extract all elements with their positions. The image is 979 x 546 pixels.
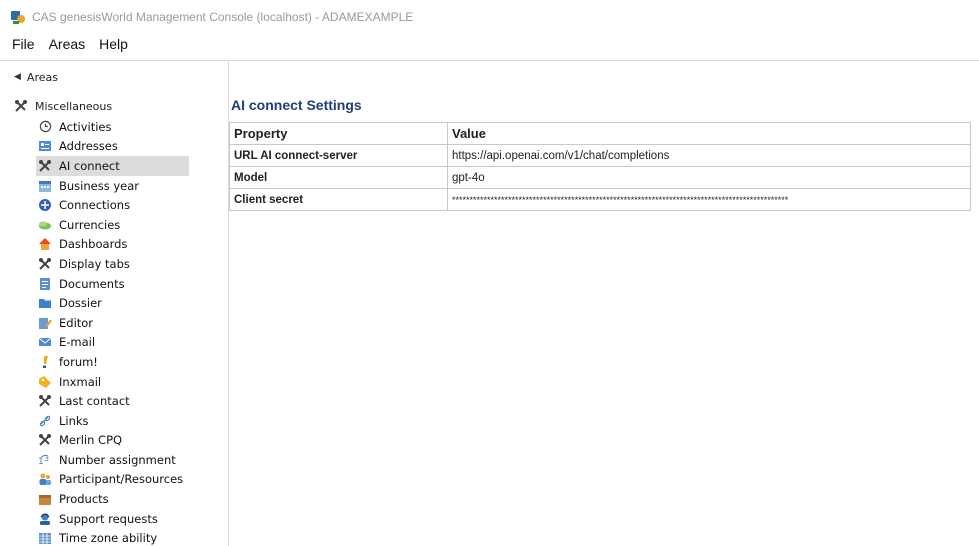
table-icon [38, 531, 52, 545]
page-title: AI connect Settings [231, 97, 362, 113]
property-cell: URL AI connect-server [229, 144, 448, 167]
document-icon [38, 277, 52, 291]
table-row[interactable]: URL AI connect-server https://api.openai… [229, 144, 971, 167]
tree-item-label: Editor [59, 315, 94, 330]
tree-node-miscellaneous[interactable]: Miscellaneous [14, 99, 112, 113]
menu-file[interactable]: File [12, 36, 35, 52]
tree-item-last-contact[interactable]: Last contact [36, 391, 189, 411]
tree-item-label: Currencies [59, 217, 121, 232]
tree-item-forum[interactable]: forum! [36, 352, 189, 372]
support-icon [38, 512, 52, 526]
tree-children: Activities Addresses AI connect Business… [36, 117, 190, 546]
money-icon [38, 218, 52, 232]
tree-item-label: Links [59, 413, 89, 428]
tree-item-label: AI connect [59, 158, 120, 173]
areas-collapse-button[interactable]: ◀ Areas [0, 61, 229, 93]
tree-item-participant-resources[interactable]: Participant/Resources [36, 470, 189, 490]
tree-item-label: Business year [59, 178, 140, 193]
tools-icon [38, 433, 52, 447]
menu-areas[interactable]: Areas [49, 36, 86, 52]
tree-item-links[interactable]: Links [36, 411, 189, 431]
tree-item-label: Support requests [59, 511, 158, 526]
tree-item-support-requests[interactable]: Support requests [36, 509, 189, 529]
window-title: CAS genesisWorld Management Console (loc… [32, 9, 414, 24]
tree-item-connections[interactable]: Connections [36, 195, 189, 215]
tree-item-label: Documents [59, 276, 125, 291]
tree-item-label: Dossier [59, 296, 102, 311]
address-card-icon [38, 139, 52, 153]
tree-item-label: Merlin CPQ [59, 433, 123, 448]
tree-item-editor[interactable]: Editor [36, 313, 189, 333]
envelope-icon [38, 335, 52, 349]
number-icon: 13 [38, 453, 52, 467]
tree-item-label: forum! [59, 354, 98, 369]
tools-icon [38, 159, 52, 173]
tools-icon [14, 99, 28, 113]
tree-item-dossier[interactable]: Dossier [36, 293, 189, 313]
settings-grid: Property Value URL AI connect-server htt… [229, 122, 971, 211]
tree-item-label: Addresses [59, 139, 118, 154]
tag-icon [38, 375, 52, 389]
column-header-value[interactable]: Value [447, 122, 971, 145]
value-cell-model[interactable]: gpt-4o [447, 166, 971, 189]
tree-item-time-zone-ability[interactable]: Time zone ability [36, 528, 189, 546]
settings-panel: AI connect Settings Property Value URL A… [229, 93, 979, 546]
connections-icon [38, 198, 52, 212]
table-row[interactable]: Client secret **************************… [229, 188, 971, 211]
table-row[interactable]: Model gpt-4o [229, 166, 971, 189]
tree-item-documents[interactable]: Documents [36, 274, 189, 294]
app-logo-icon [10, 9, 26, 25]
tree-item-label: Display tabs [59, 256, 130, 271]
tree-item-email[interactable]: E-mail [36, 333, 189, 353]
editor-icon [38, 316, 52, 330]
tree-item-addresses[interactable]: Addresses [36, 137, 189, 157]
svg-text:1: 1 [38, 457, 44, 467]
menu-help[interactable]: Help [99, 36, 128, 52]
value-cell-client-secret[interactable]: ****************************************… [447, 188, 971, 211]
tree-item-label: Last contact [59, 394, 130, 409]
tree-item-ai-connect[interactable]: AI connect [36, 156, 190, 176]
property-cell: Client secret [229, 188, 448, 211]
tree-item-label: Activities [59, 119, 112, 134]
calendar-icon [38, 179, 52, 193]
property-cell: Model [229, 166, 448, 189]
triangle-left-icon: ◀ [14, 72, 21, 82]
tree-item-label: Connections [59, 198, 131, 213]
tools-icon [38, 394, 52, 408]
folder-icon [38, 296, 52, 310]
tree-item-number-assignment[interactable]: 13 Number assignment [36, 450, 189, 470]
tree-item-label: Dashboards [59, 237, 128, 252]
areas-toggle-label: Areas [26, 70, 58, 84]
link-icon [38, 414, 52, 428]
grid-header-row: Property Value [229, 122, 971, 145]
value-cell-url[interactable]: https://api.openai.com/v1/chat/completio… [447, 144, 971, 167]
tree-item-label: Inxmail [59, 374, 102, 389]
box-icon [38, 492, 52, 506]
exclamation-icon [38, 355, 52, 369]
clock-icon [38, 120, 52, 134]
tree-item-label: Participant/Resources [59, 472, 184, 487]
tree-item-inxmail[interactable]: Inxmail [36, 372, 189, 392]
column-header-property[interactable]: Property [229, 122, 448, 145]
tree-item-display-tabs[interactable]: Display tabs [36, 254, 189, 274]
tree-item-business-year[interactable]: Business year [36, 176, 189, 196]
tree-item-activities[interactable]: Activities [36, 117, 189, 137]
areas-tree: Miscellaneous Activities Addresses AI co… [0, 93, 229, 546]
title-bar: CAS genesisWorld Management Console (loc… [0, 0, 979, 33]
areas-bar: ◀ Areas [0, 60, 979, 94]
tree-item-dashboards[interactable]: Dashboards [36, 235, 189, 255]
people-icon [38, 472, 52, 486]
tree-item-products[interactable]: Products [36, 489, 189, 509]
tree-item-label: Number assignment [59, 452, 176, 467]
tree-root-label: Miscellaneous [35, 99, 113, 113]
tree-item-merlin-cpq[interactable]: Merlin CPQ [36, 431, 189, 451]
menu-bar: File Areas Help [0, 33, 979, 55]
tree-item-label: Time zone ability [59, 531, 158, 546]
tree-item-label: Products [59, 492, 109, 507]
house-icon [38, 237, 52, 251]
tree-item-label: E-mail [59, 335, 96, 350]
tools-icon [38, 257, 52, 271]
tree-item-currencies[interactable]: Currencies [36, 215, 189, 235]
